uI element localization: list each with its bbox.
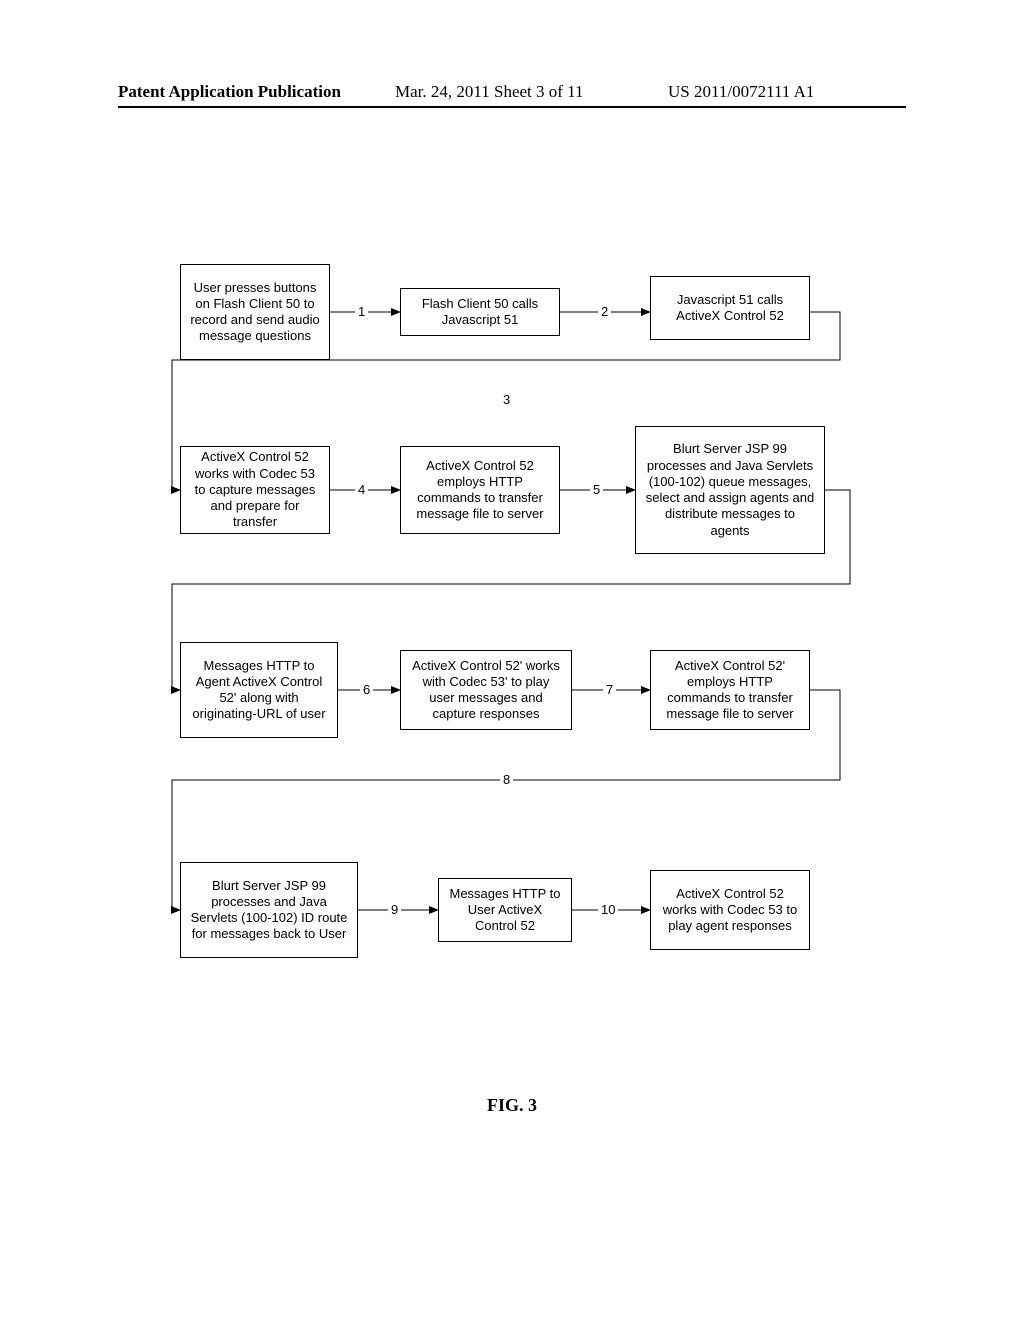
arrow-label-5: 5 [590, 482, 603, 497]
flow-node-b1: User presses buttons on Flash Client 50 … [180, 264, 330, 360]
arrow-label-7: 7 [603, 682, 616, 697]
flow-node-b6: Blurt Server JSP 99 processes and Java S… [635, 426, 825, 554]
flow-node-b3: Javascript 51 calls ActiveX Control 52 [650, 276, 810, 340]
flow-node-b8: ActiveX Control 52' works with Codec 53'… [400, 650, 572, 730]
flow-node-b2: Flash Client 50 calls Javascript 51 [400, 288, 560, 336]
flow-node-b5: ActiveX Control 52 employs HTTP commands… [400, 446, 560, 534]
flow-node-b12: ActiveX Control 52 works with Codec 53 t… [650, 870, 810, 950]
arrow-label-8: 8 [500, 772, 513, 787]
flow-node-b7: Messages HTTP to Agent ActiveX Control 5… [180, 642, 338, 738]
arrow-label-9: 9 [388, 902, 401, 917]
flow-node-b10: Blurt Server JSP 99 processes and Java S… [180, 862, 358, 958]
arrow-label-3: 3 [500, 392, 513, 407]
page: Patent Application Publication Mar. 24, … [0, 0, 1024, 1320]
arrow-label-1: 1 [355, 304, 368, 319]
flow-diagram: User presses buttons on Flash Client 50 … [0, 0, 1024, 1320]
arrow-label-2: 2 [598, 304, 611, 319]
flow-node-b9: ActiveX Control 52' employs HTTP command… [650, 650, 810, 730]
flow-node-b4: ActiveX Control 52 works with Codec 53 t… [180, 446, 330, 534]
arrow-label-6: 6 [360, 682, 373, 697]
flow-node-b11: Messages HTTP to User ActiveX Control 52 [438, 878, 572, 942]
figure-caption: FIG. 3 [0, 1095, 1024, 1116]
arrow-label-4: 4 [355, 482, 368, 497]
arrow-label-10: 10 [598, 902, 618, 917]
